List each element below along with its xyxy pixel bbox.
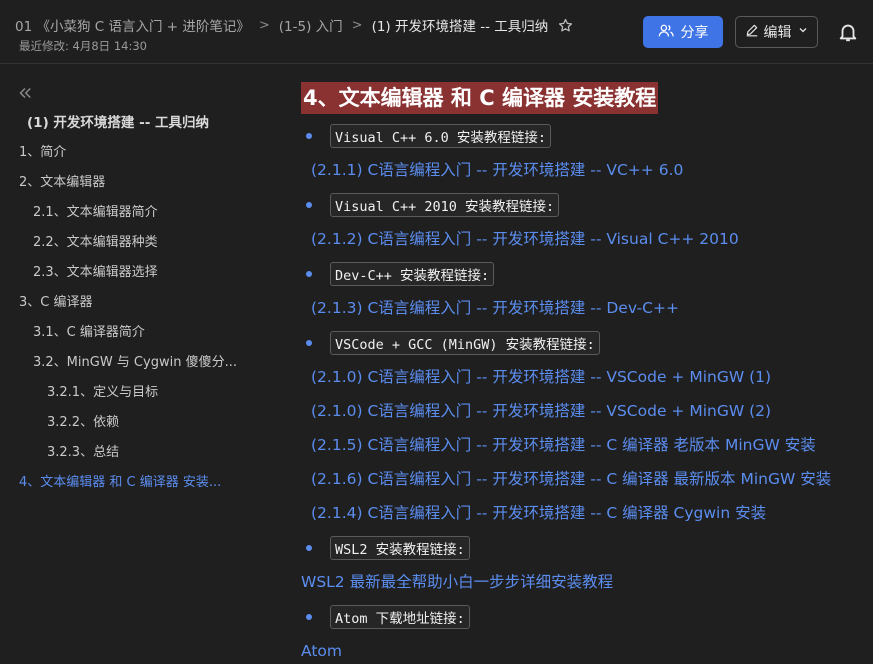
inline-code: Visual C++ 2010 安装教程链接: (330, 193, 560, 217)
bullet-icon (306, 133, 312, 139)
bullet-icon (306, 614, 312, 620)
doc-link[interactable]: (2.1.0) C语言编程入门 -- 开发环境搭建 -- VSCode + Mi… (311, 399, 771, 423)
bullet-icon (306, 545, 312, 551)
toc-item[interactable]: 1、简介 (19, 142, 66, 164)
breadcrumb-separator: > (258, 17, 270, 33)
doc-link[interactable]: (2.1.0) C语言编程入门 -- 开发环境搭建 -- VSCode + Mi… (311, 365, 771, 389)
list-item: Atom 下载地址链接: (301, 604, 470, 630)
toc-item[interactable]: 3.2.2、依赖 (47, 412, 119, 434)
toc-item[interactable]: 2.2、文本编辑器种类 (33, 232, 158, 254)
collapse-icon[interactable] (16, 84, 34, 102)
list-item: Visual C++ 2010 安装教程链接: (301, 192, 560, 218)
last-modified: 最近修改: 4月8日 14:30 (19, 39, 147, 53)
list-item: VSCode + GCC (MinGW) 安装教程链接: (301, 330, 600, 356)
toc-item[interactable]: 3.2.3、总结 (47, 442, 119, 464)
toc-item[interactable]: 3.1、C 编译器简介 (33, 322, 145, 344)
breadcrumb-separator: > (351, 17, 363, 33)
doc-link[interactable]: (2.1.4) C语言编程入门 -- 开发环境搭建 -- C 编译器 Cygwi… (311, 501, 766, 525)
doc-link[interactable]: WSL2 最新最全帮助小白一步步详细安装教程 (301, 570, 613, 594)
toc-item[interactable]: 2.1、文本编辑器简介 (33, 202, 158, 224)
toc-item[interactable]: 2、文本编辑器 (19, 172, 105, 194)
top-bar: 01 《小菜狗 C 语言入门 + 进阶笔记》 > (1-5) 入门 > (1) … (0, 0, 873, 64)
inline-code: WSL2 安装教程链接: (330, 536, 470, 560)
toc-item[interactable]: 3.2.1、定义与目标 (47, 382, 158, 404)
breadcrumb: 01 《小菜狗 C 语言入门 + 进阶笔记》 > (1-5) 入门 > (1) … (15, 15, 573, 35)
edit-button-label: 编辑 (763, 25, 792, 41)
doc-link[interactable]: (2.1.5) C语言编程入门 -- 开发环境搭建 -- C 编译器 老版本 M… (311, 433, 816, 457)
share-button-label: 分享 (680, 25, 709, 41)
toc-item-active[interactable]: 4、文本编辑器 和 C 编译器 安装... (19, 472, 221, 494)
doc-link[interactable]: (2.1.1) C语言编程入门 -- 开发环境搭建 -- VC++ 6.0 (311, 158, 683, 182)
breadcrumb-item-section[interactable]: (1-5) 入门 (279, 15, 343, 35)
inline-code: Visual C++ 6.0 安装教程链接: (330, 124, 552, 148)
list-item: WSL2 安装教程链接: (301, 535, 470, 561)
breadcrumb-item-book[interactable]: 01 《小菜狗 C 语言入门 + 进阶笔记》 (15, 15, 250, 35)
bullet-icon (306, 340, 312, 346)
section-heading: 4、文本编辑器 和 C 编译器 安装教程 (301, 82, 659, 114)
inline-code: Dev-C++ 安装教程链接: (330, 262, 495, 286)
toc-item[interactable]: 2.3、文本编辑器选择 (33, 262, 158, 284)
document-content: 4、文本编辑器 和 C 编译器 安装教程 Visual C++ 6.0 安装教程… (301, 64, 873, 664)
pencil-icon (745, 23, 759, 41)
breadcrumb-item-current: (1) 开发环境搭建 -- 工具归纳 (371, 19, 549, 35)
bell-icon[interactable] (837, 21, 859, 43)
inline-code: VSCode + GCC (MinGW) 安装教程链接: (330, 331, 600, 355)
doc-link[interactable]: Atom (301, 639, 342, 663)
list-item: Visual C++ 6.0 安装教程链接: (301, 123, 552, 149)
toc-item[interactable]: 3、C 编译器 (19, 292, 92, 314)
share-button[interactable]: 分享 (643, 16, 723, 48)
inline-code: Atom 下载地址链接: (330, 605, 470, 629)
user-group-icon (658, 23, 675, 42)
bullet-icon (306, 271, 312, 277)
toc-sidebar: (1) 开发环境搭建 -- 工具归纳 1、简介 2、文本编辑器 2.1、文本编辑… (0, 64, 260, 664)
toc-item[interactable]: 3.2、MinGW 与 Cygwin 傻傻分... (33, 352, 237, 374)
doc-link[interactable]: (2.1.6) C语言编程入门 -- 开发环境搭建 -- C 编译器 最新版本 … (311, 467, 831, 491)
star-icon[interactable] (558, 18, 573, 33)
doc-link[interactable]: (2.1.3) C语言编程入门 -- 开发环境搭建 -- Dev-C++ (311, 296, 679, 320)
edit-button[interactable]: 编辑 (735, 16, 818, 48)
toc-title[interactable]: (1) 开发环境搭建 -- 工具归纳 (27, 112, 209, 134)
list-item: Dev-C++ 安装教程链接: (301, 261, 495, 287)
chevron-down-icon (797, 24, 809, 40)
doc-link[interactable]: (2.1.2) C语言编程入门 -- 开发环境搭建 -- Visual C++ … (311, 227, 739, 251)
bullet-icon (306, 202, 312, 208)
